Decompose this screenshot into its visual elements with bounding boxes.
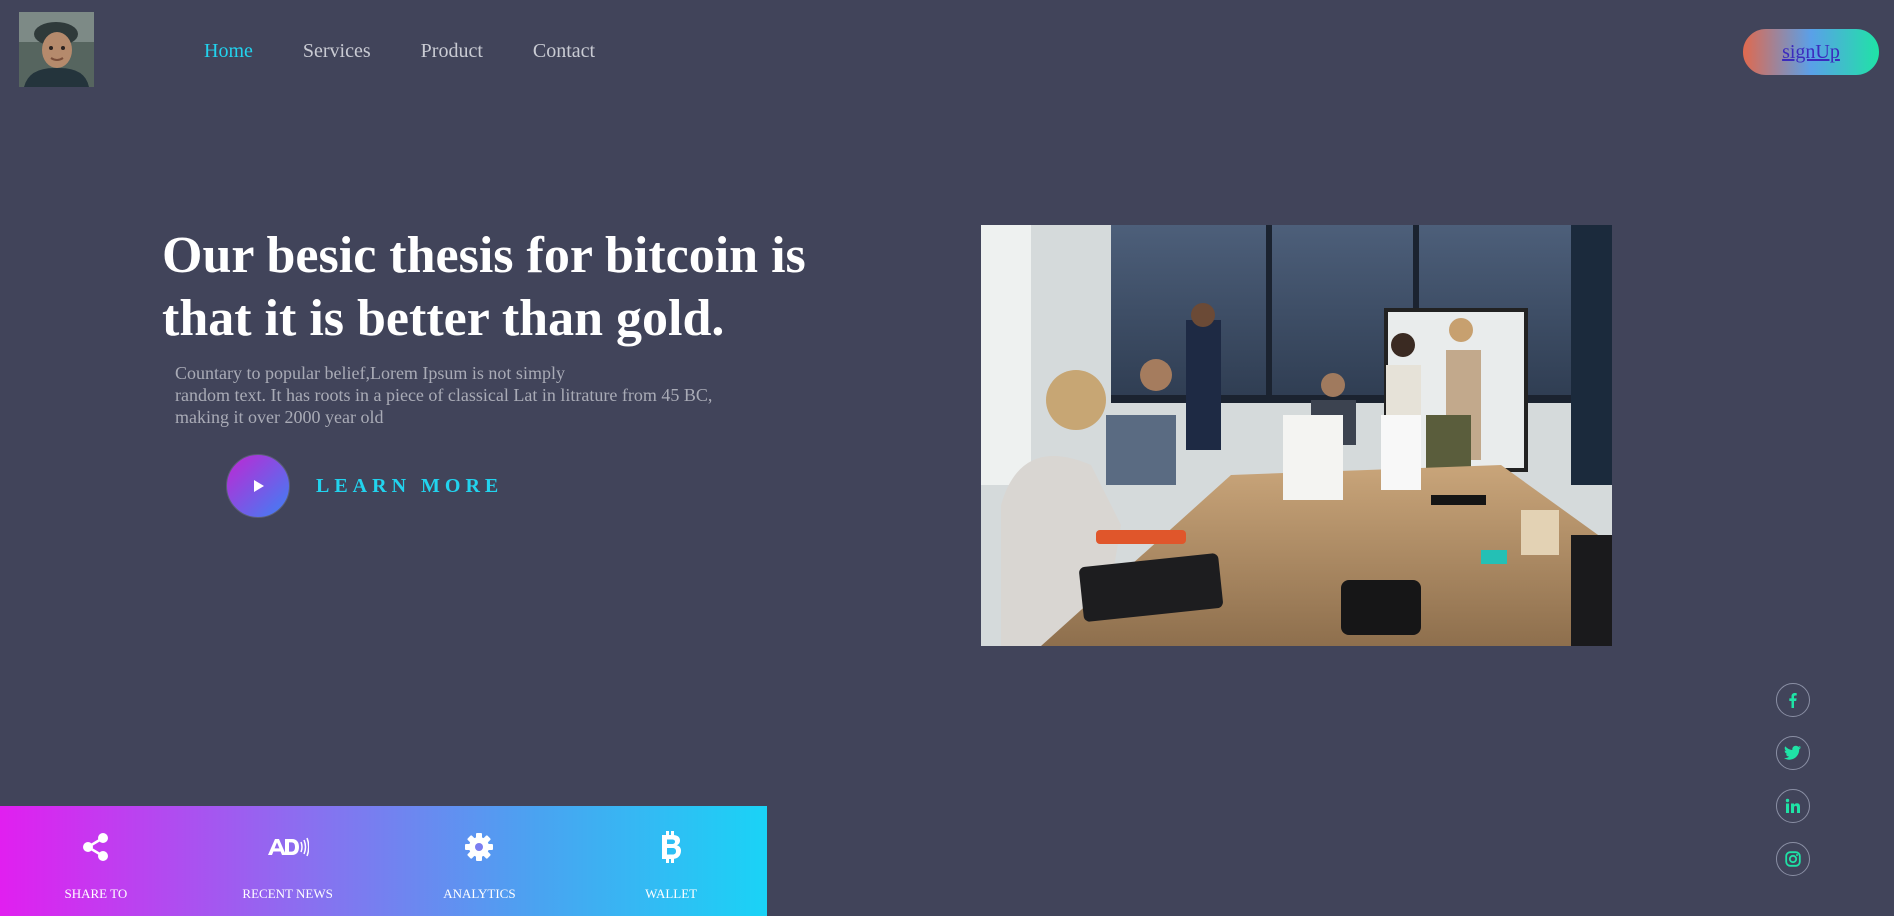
hero-title: Our besic thesis for bitcoin is that it … [162,227,806,347]
linkedin-icon [1785,798,1800,813]
analytics-label: ANALYTICS [443,886,516,901]
learn-more-group: LEARN MORE [226,454,503,518]
bitcoin-icon [662,831,682,863]
play-icon [254,480,264,492]
hero-description: Countary to popular belief,Lorem Ipsum i… [175,362,765,428]
share-to-item[interactable]: SHARE TO [0,806,192,916]
linkedin-link[interactable] [1776,789,1810,823]
wallet-label: WALLET [645,886,698,901]
learn-more-link[interactable]: LEARN MORE [316,475,503,498]
hero-description-line: Countary to popular belief,Lorem Ipsum i… [175,363,565,383]
nav-services[interactable]: Services [303,40,371,63]
hero-image [981,225,1612,646]
recent-news-item[interactable]: RECENT NEWS [192,806,384,916]
facebook-link[interactable] [1776,683,1810,717]
recent-news-label: RECENT NEWS [242,886,333,901]
instagram-icon [1785,851,1801,867]
twitter-icon [1784,745,1801,760]
landing-page: Home Services Product Contact signUp Our… [0,0,1894,916]
ad-icon [267,837,309,857]
bottom-feature-bar: SHARE TO RECENT NEWS ANALYTICS WALLET [0,806,767,916]
nav-product[interactable]: Product [421,40,483,63]
twitter-link[interactable] [1776,736,1810,770]
wallet-item[interactable]: WALLET [575,806,767,916]
signup-button[interactable]: signUp [1741,27,1881,77]
hero-description-line: making it over 2000 year old [175,407,384,427]
gear-icon [465,833,494,861]
share-to-label: SHARE TO [64,886,128,901]
social-links [1776,683,1810,895]
play-button[interactable] [226,454,290,518]
facebook-icon [1789,693,1797,708]
share-icon [82,833,108,861]
avatar[interactable] [19,12,94,87]
nav-contact[interactable]: Contact [533,40,595,63]
nav-home[interactable]: Home [204,40,253,63]
analytics-item[interactable]: ANALYTICS [384,806,576,916]
hero-description-line: random text. It has roots in a piece of … [175,385,713,405]
main-nav: Home Services Product Contact [204,40,645,63]
instagram-link[interactable] [1776,842,1810,876]
